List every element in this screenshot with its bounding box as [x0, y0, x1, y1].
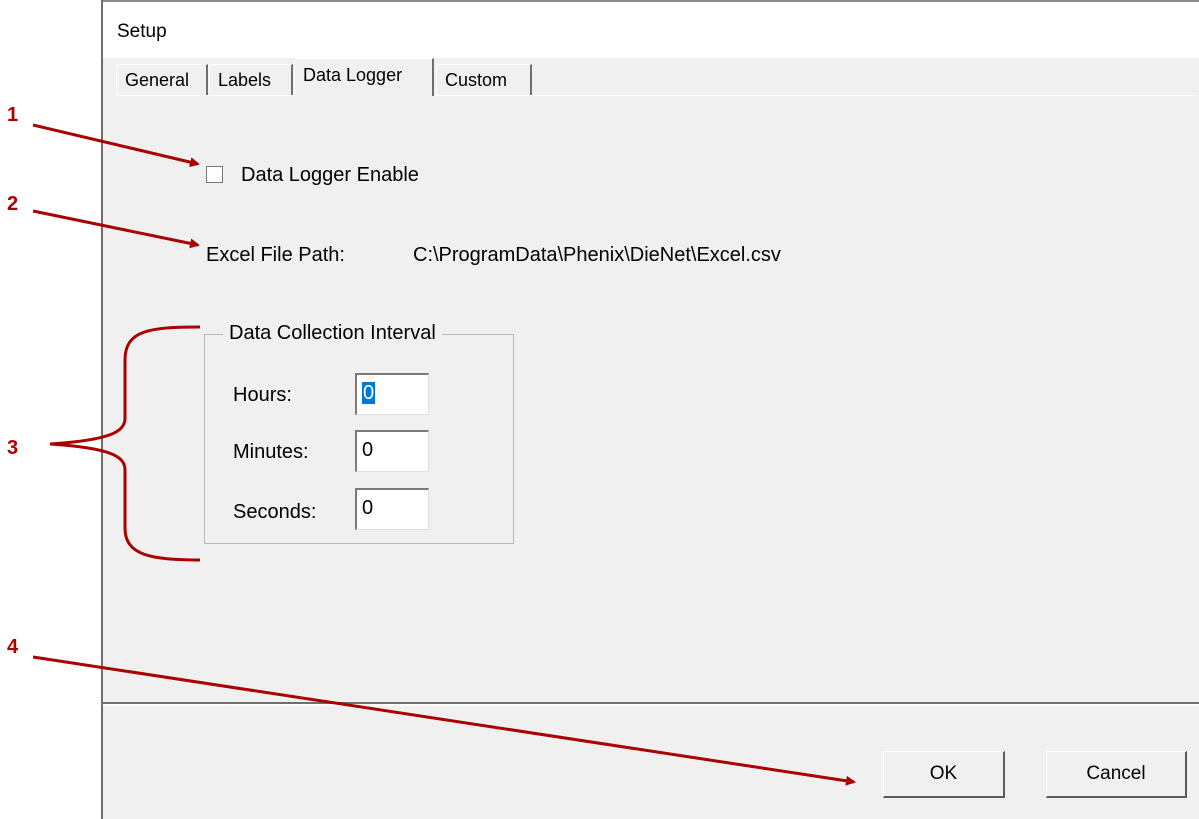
annotation-overlay — [32, 123, 856, 786]
annotation-arrow-1 — [32, 123, 200, 168]
annotation-arrow-2 — [32, 209, 200, 249]
tab-data-logger[interactable]: Data Logger — [294, 58, 434, 96]
annotation-bracket-3 — [49, 325, 201, 562]
annotation-arrow-4 — [32, 655, 856, 786]
